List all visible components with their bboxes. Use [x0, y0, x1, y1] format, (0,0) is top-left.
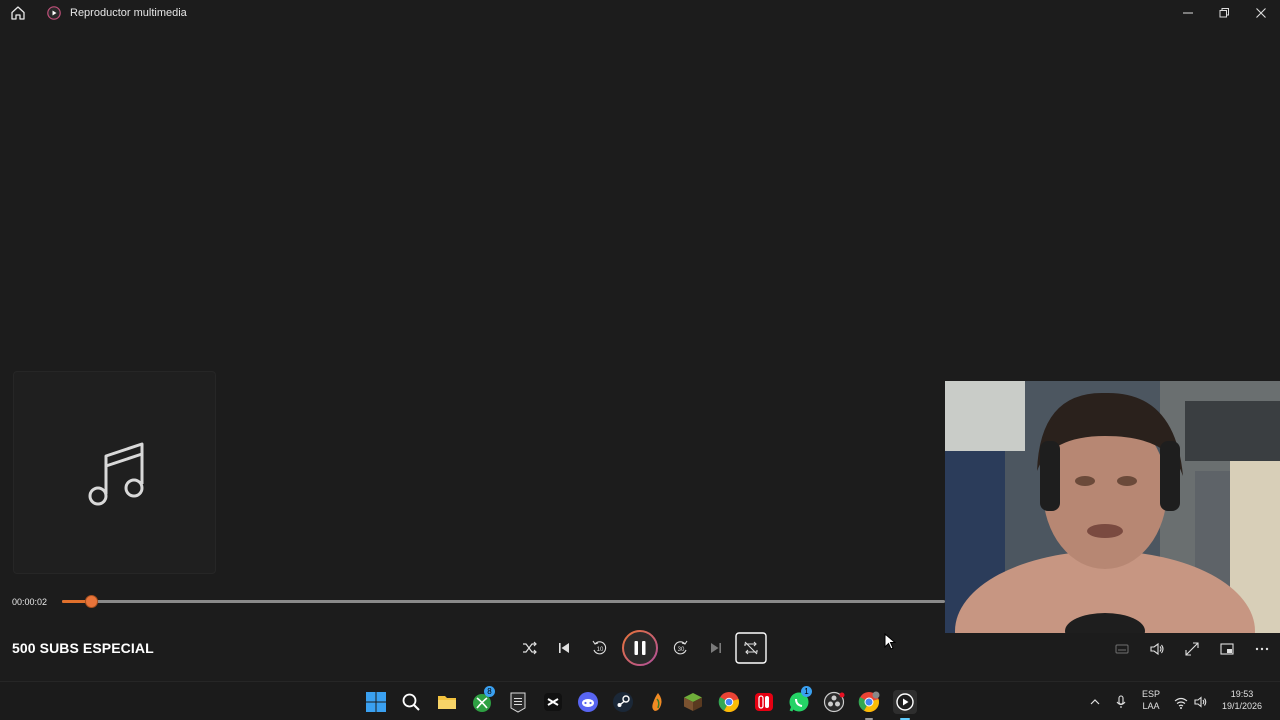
rewind-10-icon: 10	[592, 640, 607, 655]
window-title: Reproductor multimedia	[70, 7, 187, 19]
home-icon[interactable]	[10, 5, 28, 21]
repeat-button[interactable]	[735, 632, 767, 664]
fullscreen-icon	[1185, 642, 1199, 656]
show-hidden-icons-button[interactable]	[1086, 691, 1104, 713]
search-icon	[402, 693, 420, 711]
capcut-icon	[544, 693, 562, 711]
chrome-profile-button[interactable]	[858, 691, 880, 720]
previous-button[interactable]	[549, 633, 579, 663]
language-code: ESP	[1141, 689, 1160, 699]
seek-bar[interactable]	[62, 595, 945, 608]
epic-games-button[interactable]	[507, 691, 529, 713]
capcut-button[interactable]	[542, 691, 564, 713]
xbox-badge: 8	[484, 686, 495, 697]
seek-bar-thumb[interactable]	[85, 595, 99, 608]
pause-icon	[622, 630, 658, 666]
nintendo-switch-icon	[755, 693, 773, 711]
webcam-overlay	[945, 381, 1280, 633]
taskbar: 8 1 ESP LAA 19:53 19/1/2026	[0, 681, 1280, 720]
forward-30-icon: 30	[673, 640, 688, 655]
captions-button[interactable]	[1110, 637, 1134, 661]
keyboard-layout: LAA	[1142, 701, 1160, 711]
discord-icon	[578, 692, 598, 712]
whatsapp-badge: 1	[801, 686, 812, 697]
shuffle-button[interactable]	[514, 633, 544, 663]
media-player-taskbar-button[interactable]	[893, 690, 917, 720]
clock-time: 19:53	[1230, 689, 1254, 699]
fl-studio-button[interactable]	[647, 691, 669, 713]
chrome-profile-icon	[858, 691, 880, 713]
fl-studio-icon	[652, 693, 662, 711]
obs-button[interactable]	[823, 691, 845, 713]
volume-button[interactable]	[1145, 637, 1169, 661]
minecraft-icon	[684, 693, 702, 711]
more-icon	[1255, 647, 1269, 651]
windows-start-button[interactable]	[365, 691, 387, 713]
miniplayer-button[interactable]	[1215, 637, 1239, 661]
media-player-icon	[896, 693, 914, 711]
forward-button[interactable]: 30	[666, 633, 696, 663]
minecraft-button[interactable]	[682, 691, 704, 713]
chrome-button[interactable]	[718, 691, 740, 713]
forward-seconds-label: 30	[678, 647, 685, 653]
network-button[interactable]	[1172, 691, 1190, 713]
file-explorer-icon	[438, 696, 456, 709]
microphone-icon	[1116, 695, 1126, 708]
fullscreen-button[interactable]	[1180, 637, 1204, 661]
play-pause-button[interactable]	[621, 629, 659, 667]
microphone-button[interactable]	[1112, 691, 1130, 713]
album-art	[13, 371, 216, 574]
more-options-button[interactable]	[1250, 637, 1274, 661]
media-player-icon	[47, 6, 61, 20]
steam-icon	[613, 692, 633, 712]
clock-date: 19/1/2026	[1221, 701, 1263, 711]
language-indicator[interactable]: ESP LAA	[1138, 688, 1164, 712]
whatsapp-button[interactable]: 1	[788, 686, 812, 713]
nintendo-switch-button[interactable]	[753, 691, 775, 713]
clock[interactable]: 19:53 19/1/2026	[1214, 688, 1270, 712]
repeat-off-icon	[735, 632, 767, 664]
xbox-button[interactable]: 8	[471, 686, 495, 713]
mouse-cursor-icon	[884, 633, 896, 650]
close-icon	[1256, 8, 1266, 18]
previous-icon	[559, 643, 569, 653]
music-note-icon	[88, 442, 144, 506]
title-bar: Reproductor multimedia	[0, 0, 1280, 26]
next-icon	[711, 643, 721, 653]
windows-start-icon	[366, 692, 386, 712]
search-button[interactable]	[400, 691, 422, 713]
epic-games-icon	[510, 692, 526, 713]
chrome-icon	[718, 692, 739, 713]
restore-button[interactable]	[1213, 3, 1235, 23]
miniplayer-icon	[1220, 643, 1234, 655]
elapsed-time: 00:00:02	[12, 597, 48, 607]
wifi-icon	[1174, 697, 1188, 709]
steam-button[interactable]	[612, 691, 634, 713]
restore-icon	[1219, 8, 1229, 18]
media-title: 500 SUBS ESPECIAL	[12, 640, 154, 656]
volume-icon	[1194, 696, 1207, 708]
shuffle-icon	[523, 641, 537, 655]
discord-button[interactable]	[577, 691, 599, 713]
rewind-seconds-label: 10	[597, 647, 604, 653]
minimize-icon	[1183, 12, 1193, 14]
minimize-button[interactable]	[1177, 3, 1199, 23]
rewind-button[interactable]: 10	[584, 633, 614, 663]
file-explorer-button[interactable]	[436, 691, 458, 713]
tray-volume-button[interactable]	[1192, 691, 1210, 713]
volume-icon	[1150, 642, 1164, 656]
obs-icon	[823, 691, 845, 713]
next-button[interactable]	[701, 633, 731, 663]
close-button[interactable]	[1250, 3, 1272, 23]
captions-icon	[1115, 644, 1129, 654]
chevron-up-icon	[1090, 699, 1100, 705]
